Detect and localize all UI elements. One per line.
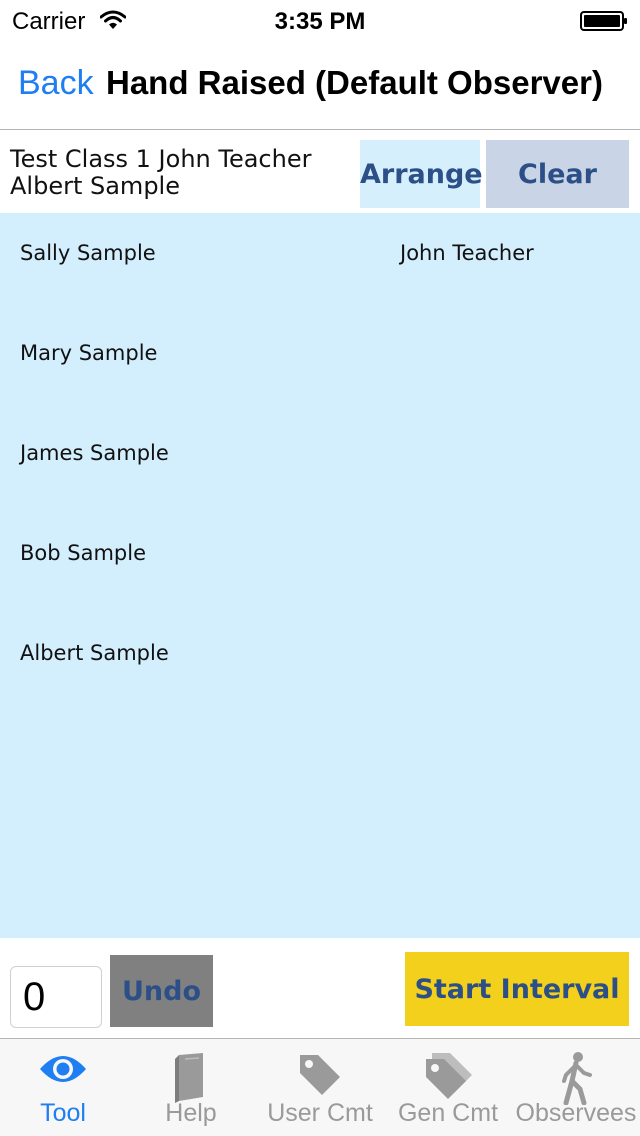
undo-button[interactable]: Undo	[110, 955, 213, 1027]
class-title: Test Class 1 John Teacher Albert Sample	[10, 145, 312, 200]
clear-button[interactable]: Clear	[486, 140, 629, 208]
tab-bar: Tool Help User Cmt Gen Cmt Observees	[0, 1038, 640, 1136]
book-icon	[175, 1053, 203, 1103]
status-bar: Carrier 3:35 PM	[0, 0, 640, 40]
tag-icon	[300, 1055, 340, 1095]
tab-label: Help	[165, 1099, 217, 1127]
arrange-button[interactable]: Arrange	[360, 140, 483, 208]
class-header: Test Class 1 John Teacher Albert Sample …	[0, 131, 640, 213]
student-sally-sample[interactable]: Sally Sample	[20, 241, 156, 265]
bottom-controls: 0 Undo Start Interval	[0, 938, 640, 1038]
tab-observees[interactable]: Observees	[512, 1039, 640, 1136]
start-interval-button[interactable]: Start Interval	[405, 952, 629, 1026]
tab-label: Observees	[515, 1099, 637, 1127]
battery-icon	[580, 11, 627, 31]
student-mary-sample[interactable]: Mary Sample	[20, 341, 157, 365]
tab-tool[interactable]: Tool	[0, 1039, 126, 1136]
student-bob-sample[interactable]: Bob Sample	[20, 541, 146, 565]
page-title: Hand Raised (Default Observer)	[106, 64, 603, 101]
status-time: 3:35 PM	[274, 8, 366, 35]
student-james-sample[interactable]: James Sample	[20, 441, 169, 465]
walking-person-icon	[562, 1052, 592, 1105]
tab-user-cmt[interactable]: User Cmt	[256, 1039, 384, 1136]
tab-label: Tool	[40, 1099, 86, 1127]
tab-help[interactable]: Help	[126, 1039, 256, 1136]
eye-icon	[40, 1056, 86, 1082]
tags-icon	[426, 1053, 472, 1099]
tab-label: Gen Cmt	[397, 1099, 499, 1127]
count-field[interactable]: 0	[10, 966, 102, 1028]
tab-gen-cmt[interactable]: Gen Cmt	[384, 1039, 512, 1136]
teacher-john-teacher[interactable]: John Teacher	[400, 241, 534, 265]
back-button[interactable]: Back	[18, 64, 94, 103]
tab-label: User Cmt	[267, 1099, 373, 1127]
student-albert-sample[interactable]: Albert Sample	[20, 641, 169, 665]
observation-area[interactable]: Sally Sample Mary Sample James Sample Bo…	[0, 213, 640, 938]
navigation-bar: Back Hand Raised (Default Observer)	[0, 40, 640, 130]
